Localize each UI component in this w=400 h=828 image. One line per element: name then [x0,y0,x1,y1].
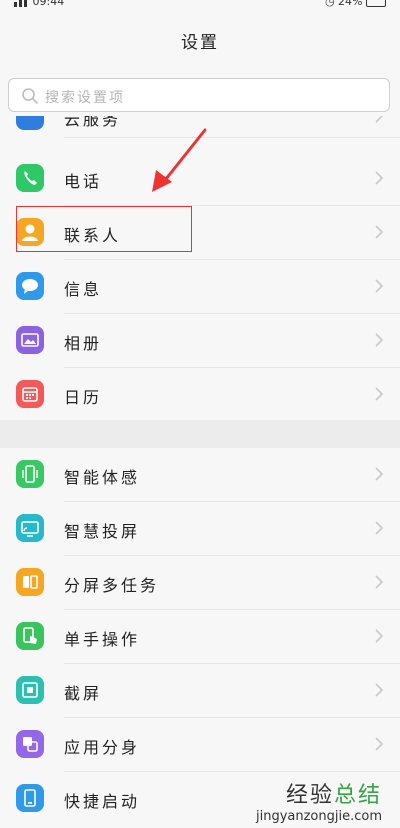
list-item-label: 分屏多任务 [64,576,160,595]
smart-motion-icon [16,460,44,488]
chevron-right-icon [375,629,384,643]
status-time: 09:44 [32,0,65,8]
page-title: 设置 [181,33,219,53]
list-item-screen-cast[interactable]: 智慧投屏 [0,502,400,556]
signal-icon [14,2,17,7]
section-divider [0,420,400,448]
battery-percent: 24% [338,0,363,8]
signal-bar [24,0,27,7]
calendar-icon [16,380,44,408]
alarm-icon: ◷ [324,0,335,8]
search-placeholder: 搜索设置项 [45,90,125,106]
chevron-right-icon [375,467,384,481]
search-icon [22,88,38,104]
watermark-brand: 经验总结 [256,777,382,809]
chevron-right-icon [375,737,384,751]
chevron-right-icon [375,225,384,239]
signal-bar [19,0,22,7]
chevron-right-icon [375,575,384,589]
battery-icon [366,0,386,7]
gallery-icon [16,326,44,354]
watermark: 经验总结 jingyanzongjie.com [256,777,382,824]
split-screen-icon [16,568,44,596]
chevron-right-icon [375,521,384,535]
chevron-right-icon [375,171,384,185]
phone-icon [16,164,44,192]
list-item-messages[interactable]: 信息 [0,260,400,314]
highlight-box [16,206,192,252]
list-item-label: 日历 [64,388,103,407]
one-hand-icon [16,622,44,650]
list-item-label: 智慧投屏 [64,522,141,541]
list-item-label: 截屏 [64,684,103,703]
screen-cast-icon [16,514,44,542]
status-left: 09:44 [14,0,64,7]
list-item-one-hand[interactable]: 单手操作 [0,610,400,664]
watermark-brand-b: 总结 [333,783,382,808]
list-item-label: 相册 [64,334,103,353]
list-item-screenshot[interactable]: 截屏 [0,664,400,718]
list-item-label: 信息 [64,280,103,299]
list-item-label: 快捷启动 [64,792,141,811]
chevron-right-icon [375,387,384,401]
chevron-right-icon [375,683,384,697]
list-item-app-clone[interactable]: 应用分身 [0,718,400,772]
quick-launch-icon [16,784,44,812]
status-bar: 09:44 ◷ 24% [0,0,400,14]
list-item-calendar[interactable]: 日历 [0,368,400,422]
chevron-right-icon [375,333,384,347]
list-item-split-screen[interactable]: 分屏多任务 [0,556,400,610]
list-item-label: 智能体感 [64,468,141,487]
list-item-label: 电话 [64,172,103,191]
divider [64,137,400,138]
screenshot-icon [16,676,44,704]
app-clone-icon [16,730,44,758]
message-icon [16,272,44,300]
list-item-label: 单手操作 [64,630,141,649]
list-item-gallery[interactable]: 相册 [0,314,400,368]
settings-screen: 09:44 ◷ 24% 设置 搜索设置项 云服务 电话 联系人 信息 相册 日历… [0,0,400,828]
status-right: ◷ 24% [325,0,386,7]
chevron-right-icon [375,279,384,293]
list-item-smart-motion[interactable]: 智能体感 [0,448,400,502]
watermark-brand-a: 经验 [285,783,334,808]
search-input[interactable]: 搜索设置项 [8,78,390,112]
red-arrow-icon [152,128,207,192]
watermark-url: jingyanzongjie.com [255,809,382,824]
list-item-label: 应用分身 [64,738,141,757]
